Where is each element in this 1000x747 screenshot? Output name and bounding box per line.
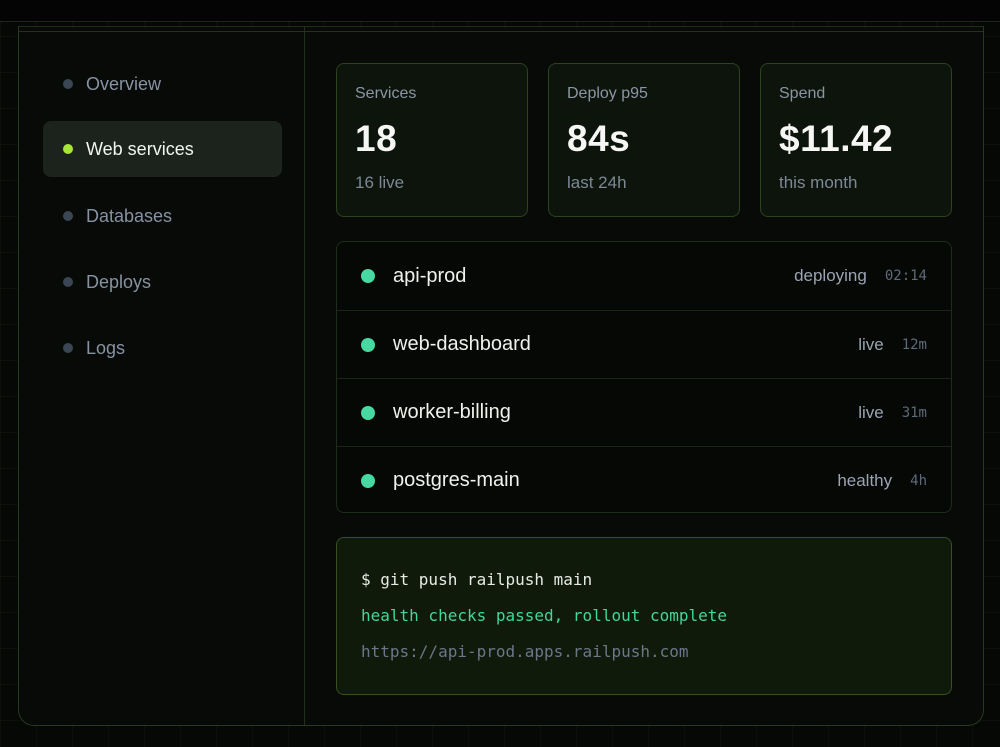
terminal-command: $ git push railpush main (361, 570, 593, 589)
status-dot-icon (361, 337, 375, 352)
stat-subtitle: 16 live (355, 173, 405, 192)
terminal-result: health checks passed, rollout complete (361, 606, 728, 625)
service-time: 4h (910, 472, 927, 489)
service-row-web-dashboard[interactable]: web-dashboard live 12m (337, 310, 951, 378)
sidebar-item-databases[interactable]: Databases (43, 188, 282, 244)
sidebar-item-logs[interactable]: Logs (43, 320, 282, 376)
service-name: api-prod (393, 264, 467, 287)
nav-dot-icon (63, 343, 73, 353)
service-status: live (858, 402, 884, 422)
app-window: Overview Web services Databases Deploys … (18, 26, 984, 726)
service-row-api-prod[interactable]: api-prod deploying 02:14 (337, 242, 951, 310)
sidebar-item-deploys[interactable]: Deploys (43, 254, 282, 310)
status-dot-icon (361, 473, 375, 488)
service-time: 31m (901, 404, 927, 421)
top-bar (0, 0, 1000, 22)
stat-subtitle: last 24h (567, 173, 627, 192)
service-row-postgres-main[interactable]: postgres-main healthy 4h (337, 446, 951, 512)
nav-dot-icon (63, 211, 73, 221)
services-list: api-prod deploying 02:14 web-dashboard l… (336, 241, 952, 513)
status-dot-icon (361, 405, 375, 420)
terminal-output: $ git push railpush main health checks p… (336, 537, 952, 695)
sidebar-item-label: Databases (86, 205, 173, 226)
stat-value: 18 (355, 118, 398, 159)
stat-value: $11.42 (779, 118, 894, 159)
stat-title: Spend (779, 85, 826, 102)
sidebar-item-label: Deploys (86, 271, 152, 292)
sidebar-item-web-services[interactable]: Web services (43, 121, 282, 177)
sidebar-item-label: Overview (86, 73, 162, 94)
stat-title: Services (355, 85, 417, 102)
service-name: worker-billing (393, 401, 511, 423)
main-content: Services 18 16 live Deploy p95 84s last … (306, 27, 983, 725)
stat-card-services: Services 18 16 live (336, 63, 528, 217)
stat-card-spend: Spend $11.42 this month (760, 63, 952, 217)
nav-dot-icon (63, 144, 73, 154)
status-dot-icon (361, 269, 375, 283)
sidebar: Overview Web services Databases Deploys … (19, 27, 305, 725)
nav-dot-icon (63, 79, 73, 89)
sidebar-item-overview[interactable]: Overview (43, 56, 282, 112)
stat-title: Deploy p95 (567, 85, 648, 102)
service-row-worker-billing[interactable]: worker-billing live 31m (337, 378, 951, 446)
service-status: healthy (837, 470, 893, 490)
service-time: 02:14 (884, 268, 927, 284)
service-time: 12m (901, 336, 927, 353)
deploy-url-link[interactable]: https://api-prod.apps.railpush.com (361, 641, 927, 677)
service-name: postgres-main (393, 469, 520, 491)
service-status: live (858, 334, 884, 354)
stat-card-deploy-p95: Deploy p95 84s last 24h (548, 63, 740, 217)
service-name: web-dashboard (393, 333, 531, 355)
sidebar-item-label: Logs (86, 337, 126, 358)
service-status: deploying (794, 266, 867, 285)
sidebar-item-label: Web services (86, 138, 194, 159)
nav-dot-icon (63, 277, 73, 287)
stat-subtitle: this month (779, 173, 858, 192)
stat-value: 84s (567, 118, 631, 159)
